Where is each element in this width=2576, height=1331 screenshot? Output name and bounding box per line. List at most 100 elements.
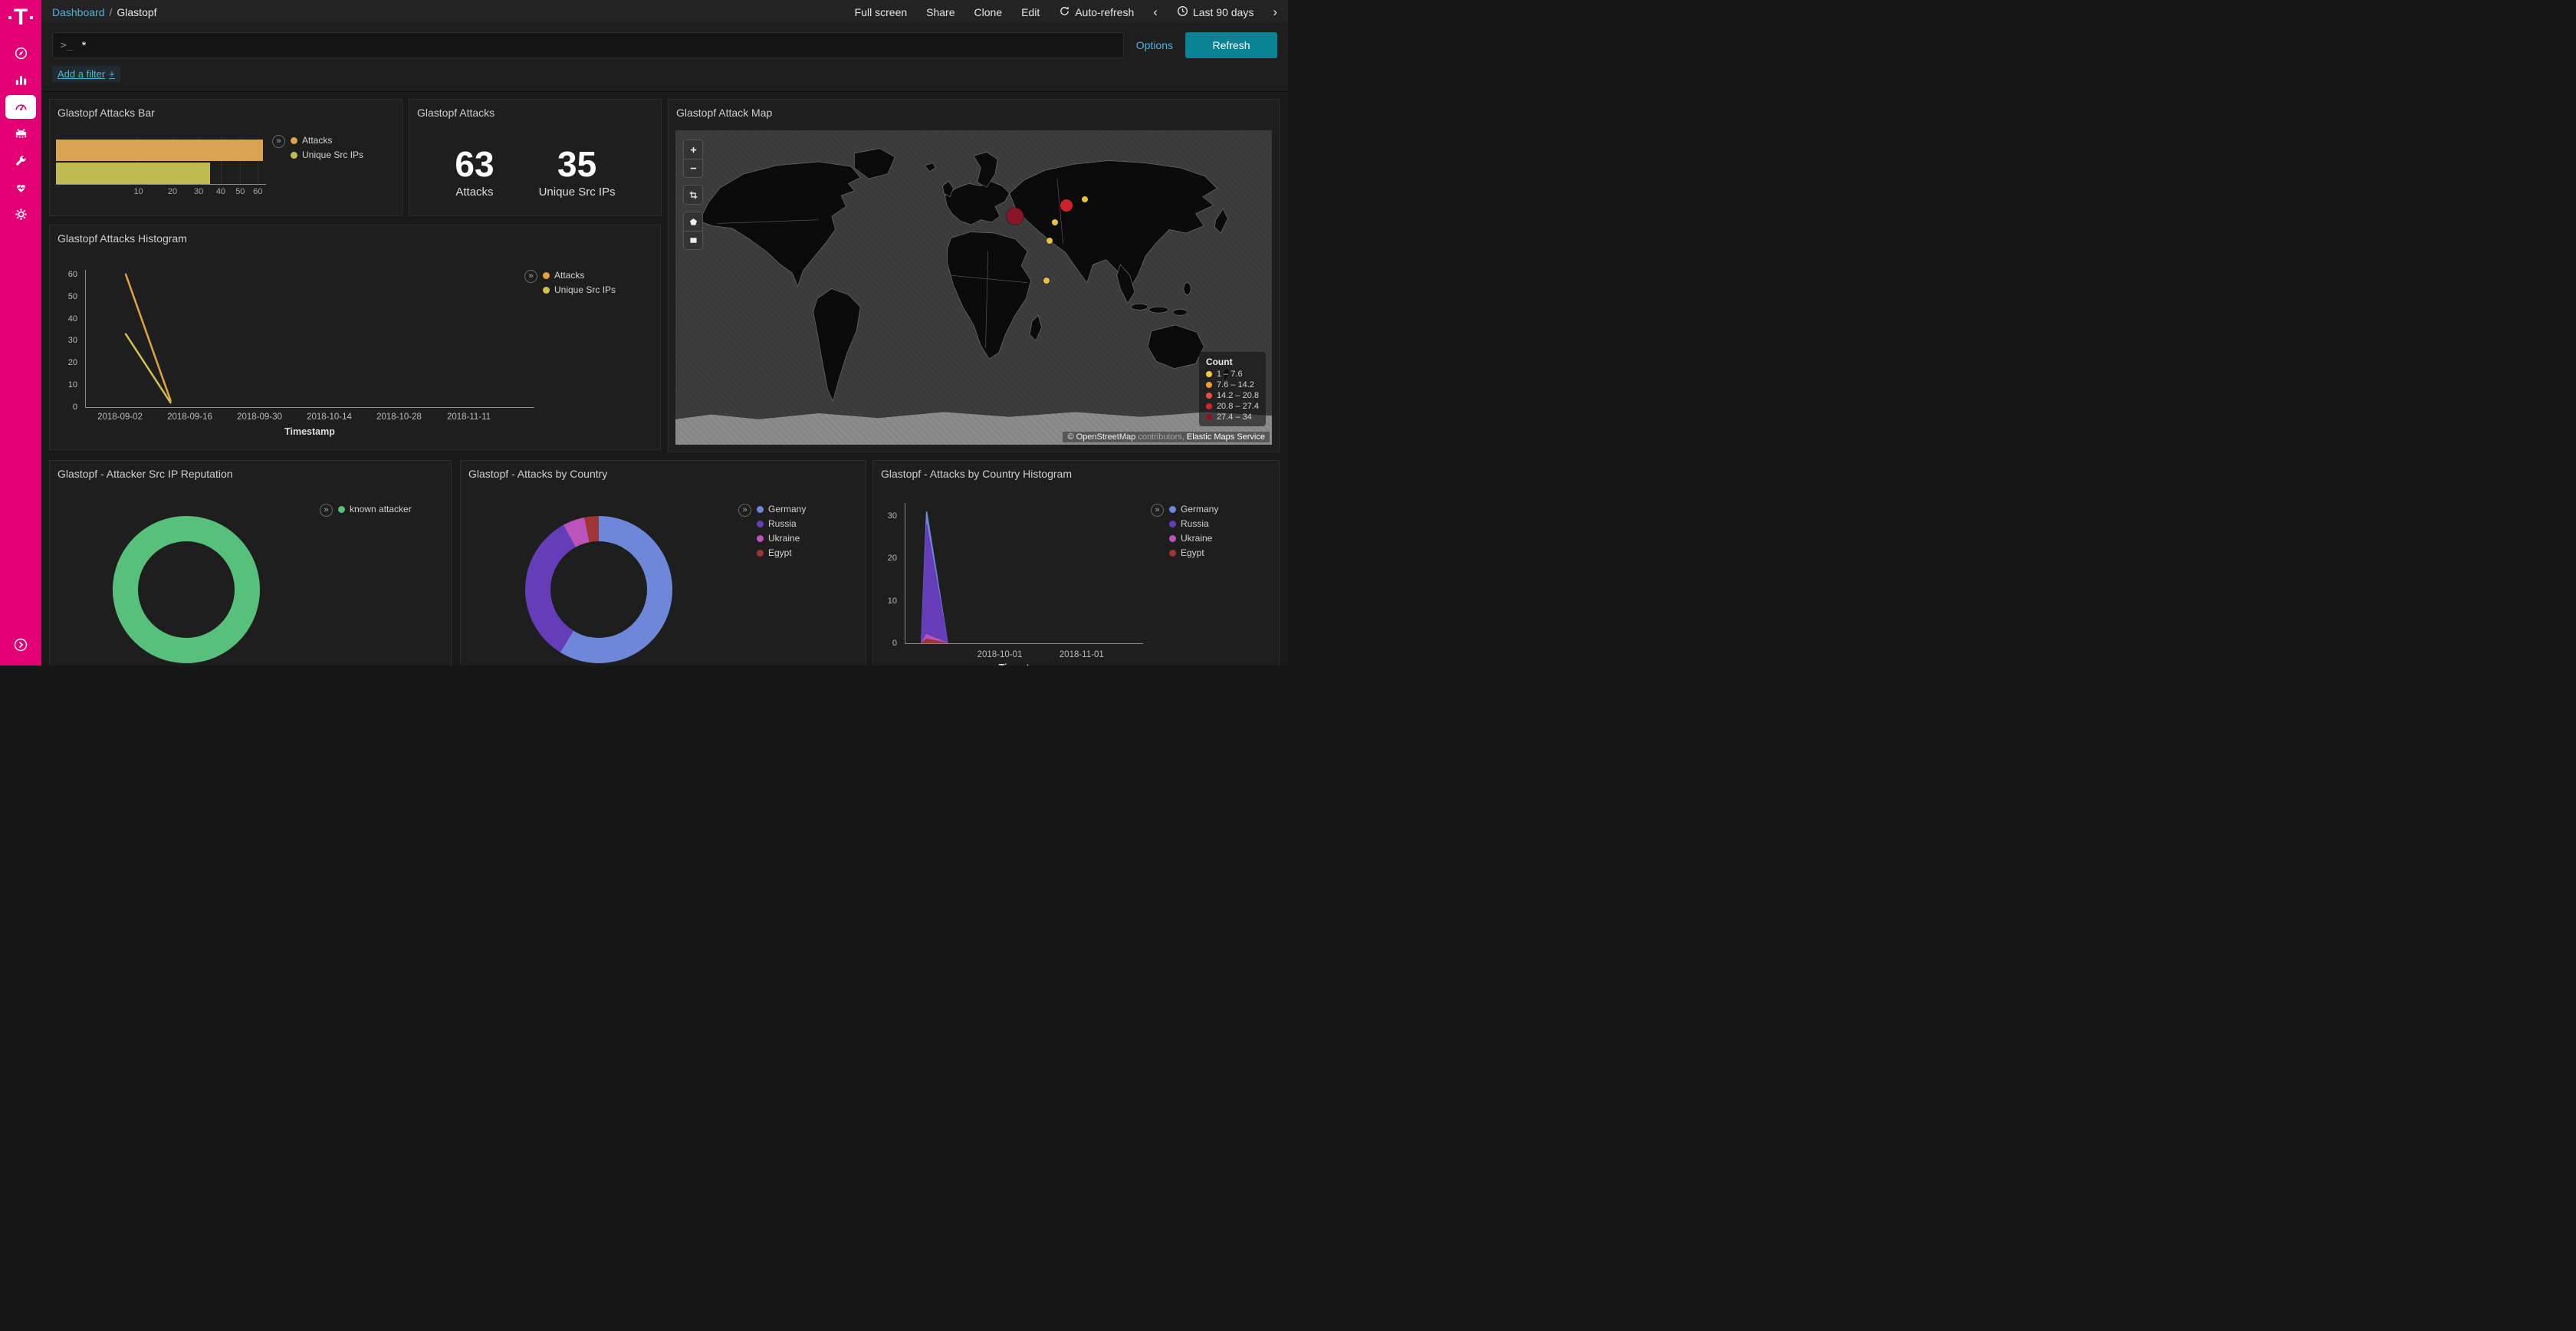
legend-item[interactable]: Unique Src IPs [543, 284, 616, 295]
country-donut-chart[interactable] [525, 516, 672, 663]
attacks-histogram-plot[interactable] [85, 270, 534, 408]
legend-item[interactable]: Egypt [757, 547, 806, 558]
sidebar-item-monitoring[interactable] [5, 176, 36, 199]
attack-location-dot[interactable] [1082, 196, 1088, 202]
sidebar-item-visualize[interactable] [5, 68, 36, 92]
telekom-logo[interactable]: T [8, 6, 33, 29]
panel-title: Glastopf Attacks Bar [50, 100, 402, 122]
legend-swatch [1206, 403, 1212, 409]
y-tick: 60 [68, 270, 77, 279]
legend-toggle[interactable]: » [320, 504, 333, 517]
map-attribution: © OpenStreetMap contributors, Elastic Ma… [1063, 432, 1270, 442]
legend-item[interactable]: known attacker [338, 504, 412, 514]
legend-swatch [757, 535, 764, 542]
polygon-tool-button[interactable] [684, 212, 702, 231]
logo-dot-right [30, 16, 33, 19]
legend-item[interactable]: Russia [757, 518, 806, 529]
options-link[interactable]: Options [1136, 39, 1173, 51]
legend-item[interactable]: Attacks [543, 270, 616, 281]
sidebar-item-tpot[interactable] [5, 122, 36, 146]
metric-unique-src-ips: 35 Unique Src IPs [539, 146, 616, 199]
legend-items: Attacks Unique Src IPs [543, 270, 616, 295]
time-back-chevron[interactable]: ‹ [1153, 5, 1158, 18]
panel-title: Glastopf - Attacks by Country [461, 461, 866, 483]
sidebar-item-dashboard[interactable] [5, 95, 36, 119]
clone-button[interactable]: Clone [974, 6, 1003, 18]
sidebar-item-management[interactable] [5, 202, 36, 226]
add-filter-link[interactable]: Add a filter + [52, 66, 120, 82]
attack-location-dot[interactable] [1043, 278, 1050, 284]
legend-label: Attacks [302, 135, 332, 146]
legend-item[interactable]: Egypt [1169, 547, 1218, 558]
share-button[interactable]: Share [926, 6, 955, 18]
zoom-in-button[interactable] [684, 140, 702, 159]
legend-item[interactable]: Ukraine [757, 533, 806, 544]
sidebar-collapse-button[interactable] [13, 637, 28, 655]
legend-item[interactable]: Attacks [291, 135, 363, 146]
attack-location-dot[interactable] [1052, 219, 1058, 225]
box-zoom-button[interactable] [684, 186, 702, 204]
bar-unique-src-ips[interactable] [56, 163, 210, 184]
attack-location-dot[interactable] [1046, 238, 1053, 244]
attacks_by_country_histogram-svg [905, 503, 1143, 643]
country-histogram-plot[interactable] [905, 503, 1143, 644]
invader-icon [14, 127, 28, 141]
auto-refresh-button[interactable]: Auto-refresh [1059, 5, 1134, 19]
attacks-bar-plot[interactable] [56, 136, 266, 184]
attacks-histogram-legend: » Attacks Unique Src IPs [524, 270, 616, 295]
map-legend-item: 7.6 – 14.2 [1206, 380, 1259, 389]
y-tick: 10 [888, 596, 897, 606]
bar-attacks[interactable] [56, 140, 263, 161]
edit-button[interactable]: Edit [1021, 6, 1040, 18]
panel-attacks-bar: Glastopf Attacks Bar 102030405060 » Atta… [49, 99, 402, 216]
zoom-out-button[interactable] [684, 159, 702, 177]
legend-toggle[interactable]: » [524, 270, 537, 283]
refresh-cycle-icon [1059, 5, 1070, 19]
attack-location-dot[interactable] [1060, 199, 1073, 212]
legend-range-label: 27.4 – 34 [1217, 412, 1252, 422]
reputation-legend: » known attacker [320, 504, 412, 517]
attacks-bar-legend: » Attacks Unique Src IPs [272, 135, 363, 160]
legend-toggle[interactable]: » [1151, 504, 1164, 517]
rectangle-tool-button[interactable] [684, 231, 702, 249]
legend-toggle[interactable]: » [738, 504, 751, 517]
panel-attacks-metric: Glastopf Attacks 63 Attacks 35 Unique Sr… [409, 99, 662, 216]
legend-toggle[interactable]: » [272, 135, 285, 148]
legend-swatch [757, 521, 764, 527]
legend-item[interactable]: Germany [757, 504, 806, 514]
osm-attribution-link[interactable]: © OpenStreetMap [1067, 432, 1135, 442]
x-tick: 2018-10-01 [978, 650, 1023, 659]
wrench-icon [14, 153, 28, 168]
sidebar-item-dev-tools[interactable] [5, 149, 36, 173]
attack-location-dot[interactable] [1007, 208, 1024, 225]
elastic-maps-attribution[interactable]: Elastic Maps Service [1187, 432, 1265, 442]
full-screen-button[interactable]: Full screen [855, 6, 907, 18]
y-tick: 50 [68, 292, 77, 301]
map-canvas[interactable]: Count 1 – 7.67.6 – 14.214.2 – 20.820.8 –… [675, 130, 1272, 445]
search-input[interactable]: >_ * [52, 32, 1124, 58]
legend-item[interactable]: Ukraine [1169, 533, 1218, 544]
map-stage[interactable] [675, 130, 1272, 445]
x-tick: 10 [133, 187, 143, 196]
draw-tools-group [683, 212, 703, 250]
reputation-donut-chart[interactable] [113, 516, 260, 663]
legend-item[interactable]: Germany [1169, 504, 1218, 514]
top-bar: Dashboard / Glastopf Full screen Share C… [41, 0, 1288, 25]
refresh-button[interactable]: Refresh [1185, 32, 1277, 58]
panel-title: Glastopf Attack Map [669, 100, 1279, 122]
breadcrumb-dashboard-link[interactable]: Dashboard [52, 6, 105, 18]
time-picker[interactable]: Last 90 days [1177, 5, 1254, 19]
legend-item[interactable]: Unique Src IPs [291, 150, 363, 160]
top-nav: Full screen Share Clone Edit Auto-refres… [855, 5, 1277, 19]
legend-item[interactable]: Russia [1169, 518, 1218, 529]
time-forward-chevron[interactable]: › [1273, 5, 1277, 18]
legend-items: Attacks Unique Src IPs [291, 135, 363, 160]
sidebar: T [0, 0, 41, 666]
panel-attacks-by-country: Glastopf - Attacks by Country » Germany R… [460, 460, 866, 666]
map-legend-item: 20.8 – 27.4 [1206, 402, 1259, 411]
time-range-label: Last 90 days [1193, 6, 1254, 18]
x-tick: 40 [216, 187, 225, 196]
zoom-control-group [683, 140, 703, 178]
y-tick: 20 [68, 358, 77, 367]
sidebar-item-discover[interactable] [5, 41, 36, 65]
